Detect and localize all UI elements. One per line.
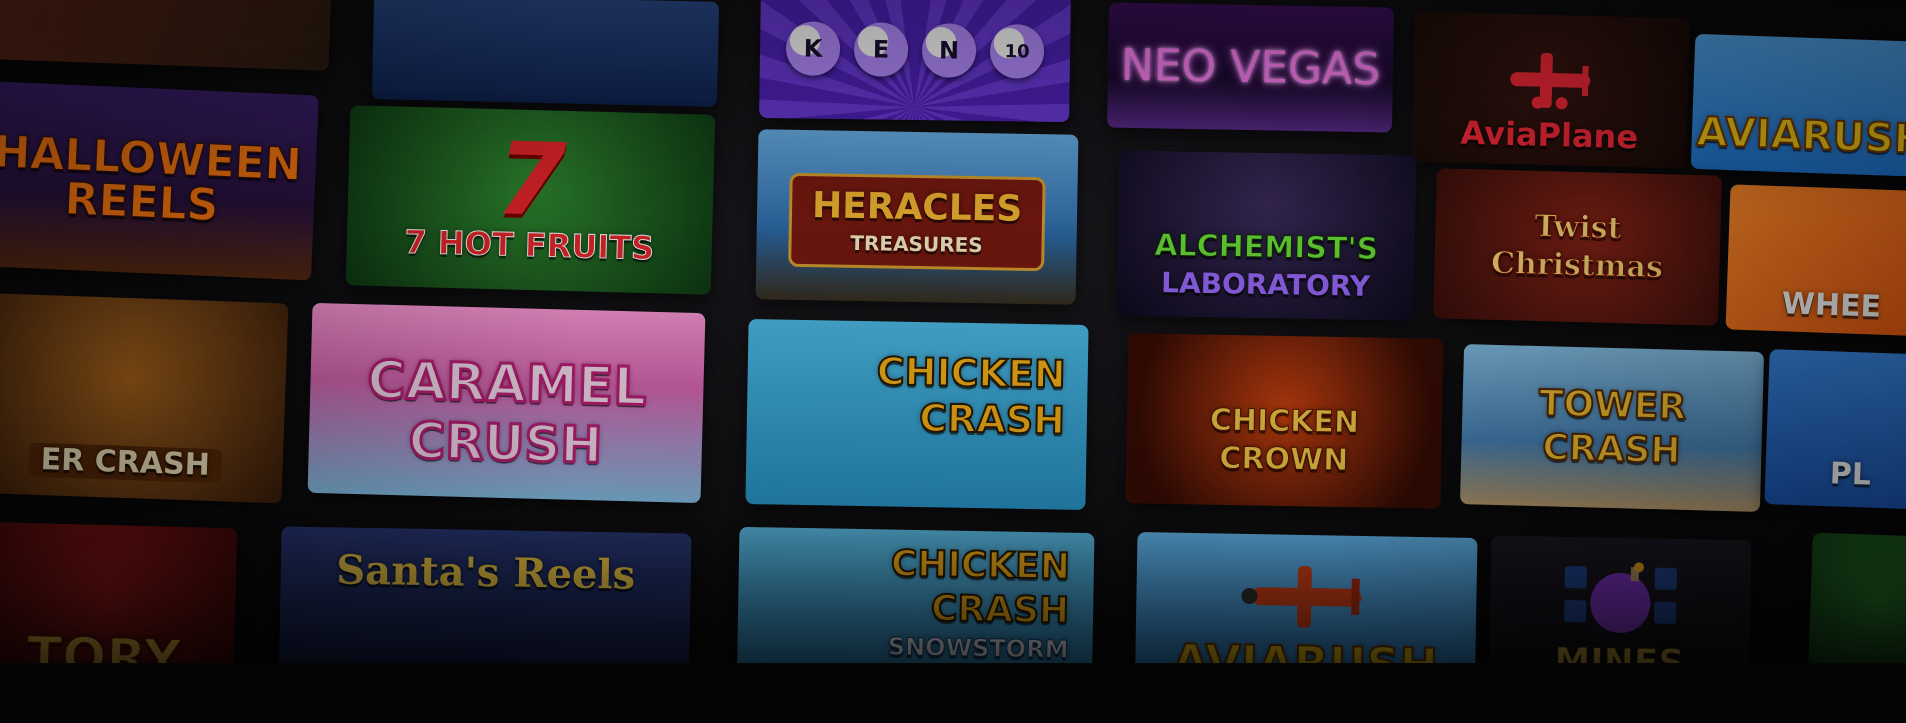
- game-title: [541, 46, 549, 54]
- game-title: AVIARUSH: [1695, 107, 1906, 163]
- game-tile-caramel-crush[interactable]: CARAMEL CRUSH: [307, 302, 706, 504]
- game-tile-top-left[interactable]: [0, 0, 332, 71]
- game-subtitle: LABORATORY: [1160, 265, 1371, 303]
- game-tile-chicken-snowstorm[interactable]: CHICKEN CRASH SNOWSTORM: [736, 526, 1095, 709]
- game-title: CARAMEL: [365, 349, 649, 419]
- game-title: ER CRASH: [28, 442, 223, 484]
- game-title: Twist: [1534, 208, 1623, 247]
- bomb-icon: [1564, 562, 1677, 634]
- game-subtitle: CRASH: [918, 395, 1066, 444]
- game-subtitle: TREASURES: [850, 230, 983, 258]
- game-tile-aviarush-top[interactable]: AVIARUSH: [1690, 33, 1906, 178]
- game-title: Santa's Reels: [335, 545, 636, 599]
- game-subtitle-2: SNOWSTORM: [887, 632, 1069, 664]
- game-tile-aviarush-bottom[interactable]: AVIARUSH: [1134, 532, 1478, 713]
- game-tile-twist-christmas[interactable]: Twist Christmas: [1433, 168, 1722, 326]
- game-title: CHICKEN: [890, 542, 1072, 588]
- game-subtitle: CRUSH: [406, 410, 604, 476]
- plane-icon: [1510, 52, 1591, 110]
- keno-ball: N: [921, 23, 977, 78]
- game-title: MINES: [1554, 640, 1686, 685]
- game-title: CHICKEN: [1209, 402, 1360, 441]
- seven-icon: 7: [494, 120, 568, 239]
- game-title: PL: [1829, 455, 1872, 493]
- game-tile-beer-crash[interactable]: ER CRASH: [0, 292, 289, 504]
- game-subtitle: Christmas: [1490, 245, 1664, 286]
- game-tile-neo-vegas[interactable]: NEO VEGAS: [1106, 2, 1395, 133]
- game-title: TOWER: [1537, 382, 1687, 429]
- keno-balls: K E N 10: [785, 21, 1045, 79]
- game-tile-keno[interactable]: K E N 10: [759, 0, 1071, 123]
- game-tile-wheel[interactable]: WHEE: [1725, 184, 1906, 337]
- keno-ball: E: [853, 22, 909, 77]
- game-tile-tory[interactable]: TORY: [0, 521, 238, 704]
- game-tile-pl[interactable]: PL: [1764, 349, 1906, 510]
- game-title: 7 HOT FRUITS: [404, 222, 656, 268]
- game-subtitle: CRASH: [930, 587, 1071, 632]
- game-title: NEO VEGAS: [1120, 39, 1381, 95]
- game-tile-heracles[interactable]: HERACLES TREASURES: [755, 129, 1079, 305]
- game-subtitle: CRASH: [1541, 426, 1682, 473]
- game-title: [1876, 613, 1884, 621]
- keno-ball: 10: [989, 24, 1045, 79]
- game-wall: K E N 10 NEO VEGAS AviaPlane AVIARUSH HA…: [0, 0, 1906, 723]
- game-tile-halloween[interactable]: HALLOWEEN REELS: [0, 80, 319, 281]
- game-tile-mines[interactable]: MINES: [1488, 535, 1752, 711]
- game-tile-aviaplane[interactable]: AviaPlane: [1411, 11, 1690, 169]
- game-title: CHICKEN: [875, 348, 1067, 397]
- game-title: ALCHEMIST'S: [1154, 227, 1379, 267]
- game-tile-7hot[interactable]: 7 7 HOT FRUITS: [345, 105, 716, 295]
- game-tile-alchemist[interactable]: ALCHEMIST'S LABORATORY: [1116, 150, 1417, 321]
- game-title: AVIARUSH: [1171, 632, 1439, 693]
- game-title: TORY: [25, 624, 183, 690]
- game-title: HALLOWEEN REELS: [0, 126, 303, 232]
- game-tile-santas-reels[interactable]: Santa's Reels: [278, 526, 692, 709]
- game-title: WHEE: [1781, 285, 1882, 325]
- game-tile-santa-top[interactable]: [371, 0, 720, 107]
- plane-icon: [1241, 565, 1362, 628]
- game-tile-chicken-crown[interactable]: CHICKEN CROWN: [1125, 333, 1444, 509]
- game-title: HERACLES: [811, 185, 1023, 230]
- game-subtitle: CROWN: [1219, 440, 1349, 479]
- keno-ball: K: [785, 21, 841, 76]
- game-tile-right-fruit[interactable]: [1807, 532, 1906, 703]
- game-tile-chicken-crash[interactable]: CHICKEN CRASH: [745, 319, 1089, 510]
- game-tile-tower-crash[interactable]: TOWER CRASH: [1459, 344, 1765, 512]
- game-title: AviaPlane: [1460, 113, 1639, 157]
- game-title: [156, 18, 164, 26]
